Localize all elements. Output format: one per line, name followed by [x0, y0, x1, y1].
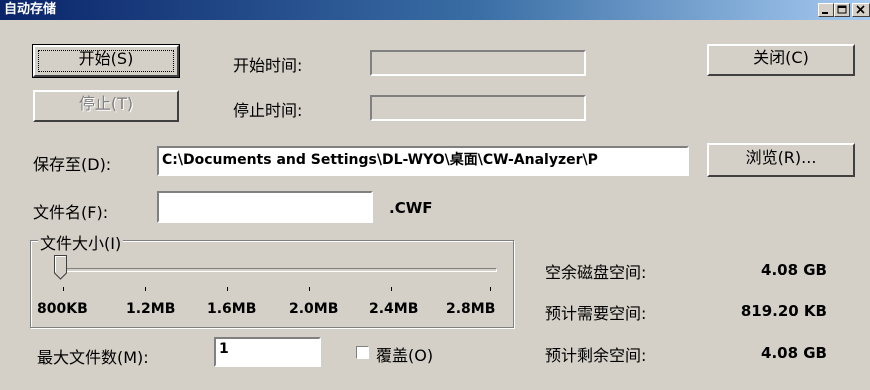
file-size-slider-thumb[interactable]: [54, 255, 68, 280]
overwrite-checkbox[interactable]: [356, 346, 369, 359]
slider-tick-label: 2.4MB: [369, 301, 419, 317]
slider-tick: [145, 287, 146, 291]
max-files-input[interactable]: 1: [214, 337, 321, 367]
file-size-group-title: 文件大小(I): [38, 230, 124, 254]
maximize-icon: [837, 5, 847, 14]
browse-button[interactable]: 浏览(R)...: [707, 143, 855, 177]
slider-tick-label: 2.0MB: [289, 301, 339, 317]
stop-time-field: [370, 95, 586, 121]
slider-tick-label: 800KB: [37, 301, 88, 317]
slider-tick: [490, 287, 491, 291]
slider-tick: [309, 287, 310, 291]
file-extension-label: .CWF: [389, 199, 433, 217]
minimize-icon: [822, 12, 828, 14]
stop-time-label: 停止时间:: [233, 101, 303, 120]
need-space-value: 819.20 KB: [740, 302, 827, 320]
close-button[interactable]: 关闭(C): [707, 44, 855, 76]
start-time-label: 开始时间:: [233, 56, 303, 75]
save-path-input[interactable]: C:\Documents and Settings\DL-WYO\桌面\CW-A…: [157, 146, 689, 176]
slider-tick: [391, 287, 392, 291]
remain-space-value: 4.08 GB: [761, 344, 827, 362]
maximize-button[interactable]: [834, 3, 850, 17]
start-time-field: [370, 50, 586, 76]
close-window-button[interactable]: [852, 3, 870, 17]
file-size-slider-track[interactable]: [62, 268, 497, 272]
focus-rect: [38, 50, 174, 72]
title-bar: 自动存储: [0, 0, 870, 20]
slider-tick-label: 1.6MB: [207, 301, 257, 317]
file-name-input[interactable]: [157, 191, 373, 223]
window-title: 自动存储: [4, 2, 57, 17]
slider-tick: [63, 287, 64, 291]
close-icon: [856, 5, 865, 14]
slider-tick-label: 2.8MB: [446, 301, 496, 317]
overwrite-label: 覆盖(O): [376, 346, 434, 365]
file-name-label: 文件名(F):: [33, 203, 109, 222]
slider-tick: [227, 287, 228, 291]
save-to-label: 保存至(D):: [33, 155, 112, 174]
free-space-label: 空余磁盘空间:: [545, 263, 647, 282]
max-files-label: 最大文件数(M):: [37, 348, 149, 367]
remain-space-label: 预计剩余空间:: [545, 346, 647, 365]
minimize-button[interactable]: [818, 3, 834, 17]
start-button[interactable]: 开始(S): [32, 44, 180, 78]
slider-tick-label: 1.2MB: [126, 301, 176, 317]
slider-thumb-icon: [54, 255, 67, 280]
stop-button[interactable]: 停止(T): [33, 90, 179, 122]
free-space-value: 4.08 GB: [761, 261, 827, 279]
need-space-label: 预计需要空间:: [545, 304, 647, 323]
